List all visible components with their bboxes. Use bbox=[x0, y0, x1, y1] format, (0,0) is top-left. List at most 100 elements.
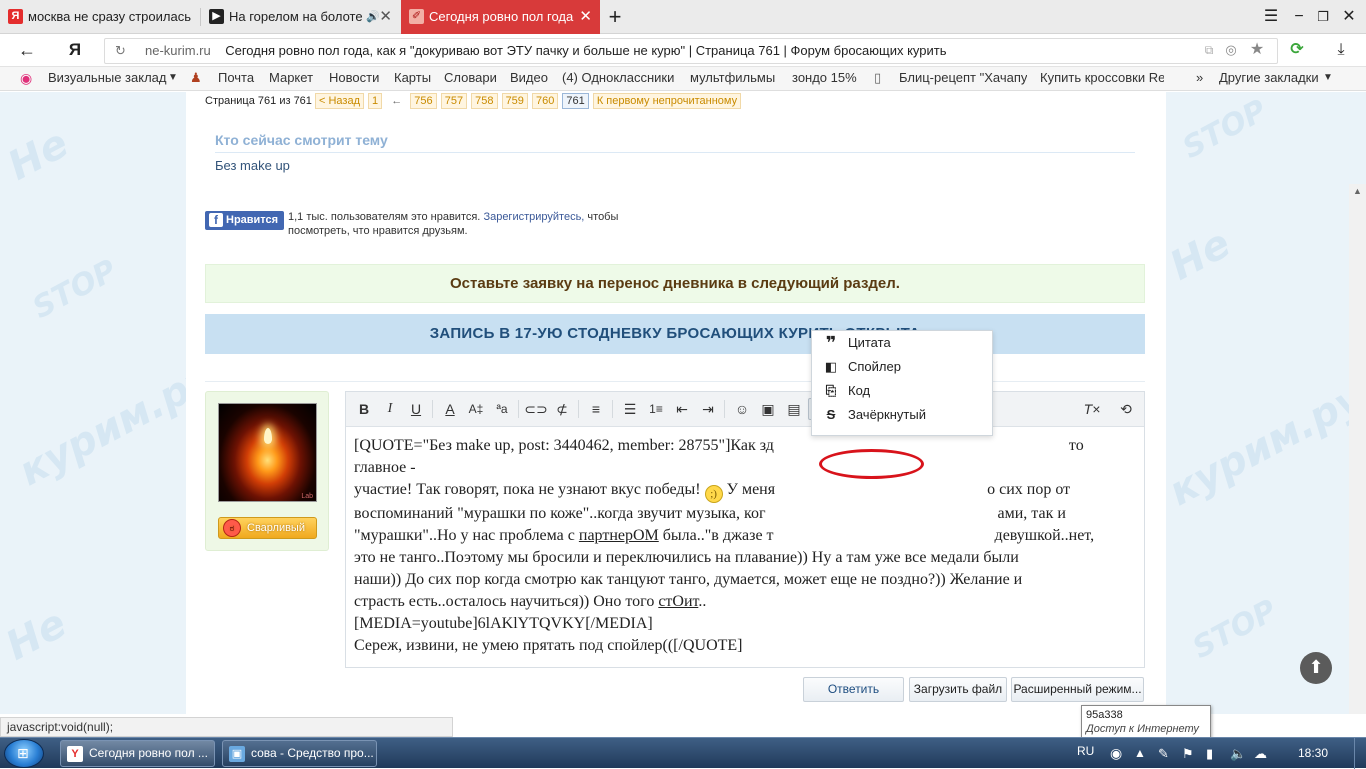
scroll-up-icon[interactable]: ▲ bbox=[1353, 186, 1362, 196]
code-icon: ⎘ bbox=[825, 383, 837, 398]
font-size-icon[interactable]: A‡ bbox=[464, 398, 488, 420]
minimize-icon[interactable]: − bbox=[1288, 6, 1310, 28]
menu-item-code[interactable]: ⎘ Код bbox=[812, 379, 992, 403]
sound-icon[interactable]: 🔊 bbox=[366, 0, 380, 34]
page-link[interactable]: 1 bbox=[368, 93, 383, 109]
upload-file-button[interactable]: Загрузить файл bbox=[909, 677, 1007, 702]
current-page: 761 bbox=[562, 93, 589, 109]
page-jump-icon[interactable]: ← bbox=[391, 95, 402, 107]
bookmark-item[interactable]: зондо 15% bbox=[792, 67, 857, 89]
watchers-list[interactable]: Без make up bbox=[215, 158, 290, 173]
tray-cloud-icon[interactable]: ☁ bbox=[1254, 738, 1267, 769]
tray-flag-icon[interactable]: ⚑ bbox=[1182, 738, 1194, 769]
protect-icon[interactable]: ◎ bbox=[1220, 39, 1242, 61]
restore-icon[interactable]: ❐ bbox=[1312, 6, 1334, 28]
translate-icon[interactable]: ⧉ bbox=[1198, 39, 1220, 61]
address-field[interactable]: ↻ ne-kurim.ru Сегодня ровно пол года, ка… bbox=[104, 38, 1278, 64]
tab-segodnya-active[interactable]: ✐ Сегодня ровно пол года ✕ bbox=[401, 0, 600, 34]
enrollment-notice[interactable]: ЗАПИСЬ В 17-УЮ СТОДНЕВКУ БРОСАЮЩИХ КУРИТ… bbox=[205, 314, 1145, 354]
indent-icon[interactable]: ⇥ bbox=[696, 398, 720, 420]
visual-bookmarks-icon[interactable]: ◉ bbox=[20, 67, 32, 89]
underline-icon[interactable]: U bbox=[404, 398, 428, 420]
remove-format-icon[interactable]: T× bbox=[1080, 398, 1104, 420]
menu-item-strikethrough[interactable]: S Зачёркнутый bbox=[812, 403, 992, 427]
bold-icon[interactable]: B bbox=[352, 398, 376, 420]
text-color-icon[interactable]: A bbox=[438, 398, 462, 420]
new-tab-button[interactable]: + bbox=[604, 6, 626, 28]
unlink-icon[interactable]: ⊄ bbox=[550, 398, 574, 420]
advanced-mode-button[interactable]: Расширенный режим... bbox=[1011, 677, 1144, 702]
image-icon[interactable]: ▣ bbox=[756, 398, 780, 420]
diary-notice[interactable]: Оставьте заявку на перенос дневника в сл… bbox=[205, 264, 1145, 303]
downloads-icon[interactable]: ⤓ bbox=[1330, 39, 1352, 61]
chevron-down-icon[interactable]: ▼ bbox=[1323, 67, 1333, 89]
user-bookmark-icon[interactable]: ♟ bbox=[190, 67, 202, 89]
page-link[interactable]: 760 bbox=[531, 93, 559, 109]
media-icon[interactable]: ▤ bbox=[782, 398, 806, 420]
page-link[interactable]: 758 bbox=[471, 93, 498, 109]
close-tab-icon[interactable]: ✕ bbox=[379, 0, 392, 34]
numbered-list-icon[interactable]: 1≡ bbox=[644, 398, 668, 420]
bookmark-item[interactable]: Словари bbox=[444, 67, 497, 89]
bookmark-item[interactable]: Маркет bbox=[269, 67, 313, 89]
forum-favicon-icon: ✐ bbox=[409, 9, 424, 24]
italic-icon[interactable]: I bbox=[378, 398, 402, 420]
bookmark-item[interactable]: мультфильмы bbox=[690, 67, 775, 89]
outdent-icon[interactable]: ⇤ bbox=[670, 398, 694, 420]
chevron-down-icon[interactable]: ▼ bbox=[168, 67, 178, 89]
tray-app-icon[interactable]: ◉ bbox=[1110, 738, 1122, 769]
other-bookmarks[interactable]: Другие закладки bbox=[1219, 67, 1319, 89]
align-icon[interactable]: ≡ bbox=[584, 398, 608, 420]
page-link[interactable]: 759 bbox=[501, 93, 528, 109]
editor-text[interactable]: [QUOTE="Без make up, post: 3440462, memb… bbox=[354, 435, 1138, 657]
clock[interactable]: 18:30 bbox=[1298, 738, 1328, 769]
menu-item-quote[interactable]: ❞ Цитата bbox=[812, 331, 992, 355]
bookmark-item[interactable]: (4) Одноклассники bbox=[562, 67, 674, 89]
bookmark-item[interactable]: Карты bbox=[394, 67, 431, 89]
bookmark-item[interactable]: Визуальные заклад bbox=[48, 67, 168, 89]
tray-tool-icon[interactable]: ✎ bbox=[1158, 738, 1169, 769]
text-line: это не танго..Поэтому мы бросили и перек… bbox=[354, 549, 1019, 566]
yandex-logo-icon[interactable]: Я bbox=[64, 39, 86, 61]
tab-moskva[interactable]: Я москва не сразу строилась bbox=[0, 0, 199, 34]
network-icon[interactable]: ▮ bbox=[1206, 738, 1213, 769]
start-button[interactable]: ⊞ bbox=[4, 739, 44, 768]
taskbar-item-browser[interactable]: Y Сегодня ровно пол ... bbox=[60, 740, 215, 767]
font-family-icon[interactable]: ªa bbox=[490, 398, 514, 420]
toggle-bbcode-icon[interactable]: ⟲ bbox=[1114, 398, 1138, 420]
page-link[interactable]: 756 bbox=[410, 93, 437, 109]
menu-item-spoiler[interactable]: ◧ Спойлер bbox=[812, 355, 992, 379]
bookmark-item[interactable]: Купить кроссовки Re bbox=[1040, 67, 1164, 89]
bookmark-star-icon[interactable]: ★ bbox=[1246, 39, 1268, 61]
tray-arrow-icon[interactable]: ▲ bbox=[1134, 738, 1146, 769]
volume-icon[interactable]: 🔈 bbox=[1230, 738, 1246, 769]
mood-badge[interactable]: ಠ Сварливый bbox=[218, 517, 317, 539]
facebook-like-button[interactable]: f Нравится bbox=[205, 211, 284, 230]
bookmark-item[interactable]: Новости bbox=[329, 67, 379, 89]
register-link[interactable]: Зарегистрируйтесь, bbox=[483, 211, 584, 223]
show-desktop-button[interactable] bbox=[1354, 738, 1366, 769]
tab-na-gorelom[interactable]: ▶ На горелом на болоте 🔊 ✕ bbox=[201, 0, 400, 34]
bookmark-item[interactable]: Блиц-рецепт "Хачапу bbox=[899, 67, 1027, 89]
bullet-list-icon[interactable]: ☰ bbox=[618, 398, 642, 420]
bookmark-item[interactable]: Видео bbox=[510, 67, 548, 89]
back-icon[interactable]: ← bbox=[16, 39, 38, 61]
page-link[interactable]: 757 bbox=[440, 93, 468, 109]
page-scrollbar[interactable]: ▲ bbox=[1349, 184, 1366, 714]
reload-icon[interactable]: ↻ bbox=[115, 39, 126, 63]
menu-icon[interactable]: ☰ bbox=[1260, 6, 1282, 28]
close-tab-icon[interactable]: ✕ bbox=[579, 0, 592, 34]
reply-button[interactable]: Ответить bbox=[803, 677, 904, 702]
bookmark-item[interactable]: Почта bbox=[218, 67, 254, 89]
smilie-icon[interactable]: ☺ bbox=[730, 398, 754, 420]
language-indicator[interactable]: RU bbox=[1077, 738, 1094, 769]
link-icon[interactable]: ⊂⊃ bbox=[524, 398, 548, 420]
prev-page-button[interactable]: < Назад bbox=[314, 93, 364, 109]
more-bookmarks-icon[interactable]: » bbox=[1196, 67, 1203, 89]
scroll-to-top-icon[interactable]: ⬆ bbox=[1300, 652, 1332, 684]
extension-icon[interactable]: ⟳ bbox=[1286, 39, 1308, 61]
close-window-icon[interactable]: ✕ bbox=[1338, 6, 1360, 28]
avatar[interactable]: Lab bbox=[218, 403, 317, 502]
first-unread-button[interactable]: К первому непрочитанному bbox=[592, 93, 742, 109]
taskbar-item-viewer[interactable]: ▣ сова - Средство про... bbox=[222, 740, 377, 767]
